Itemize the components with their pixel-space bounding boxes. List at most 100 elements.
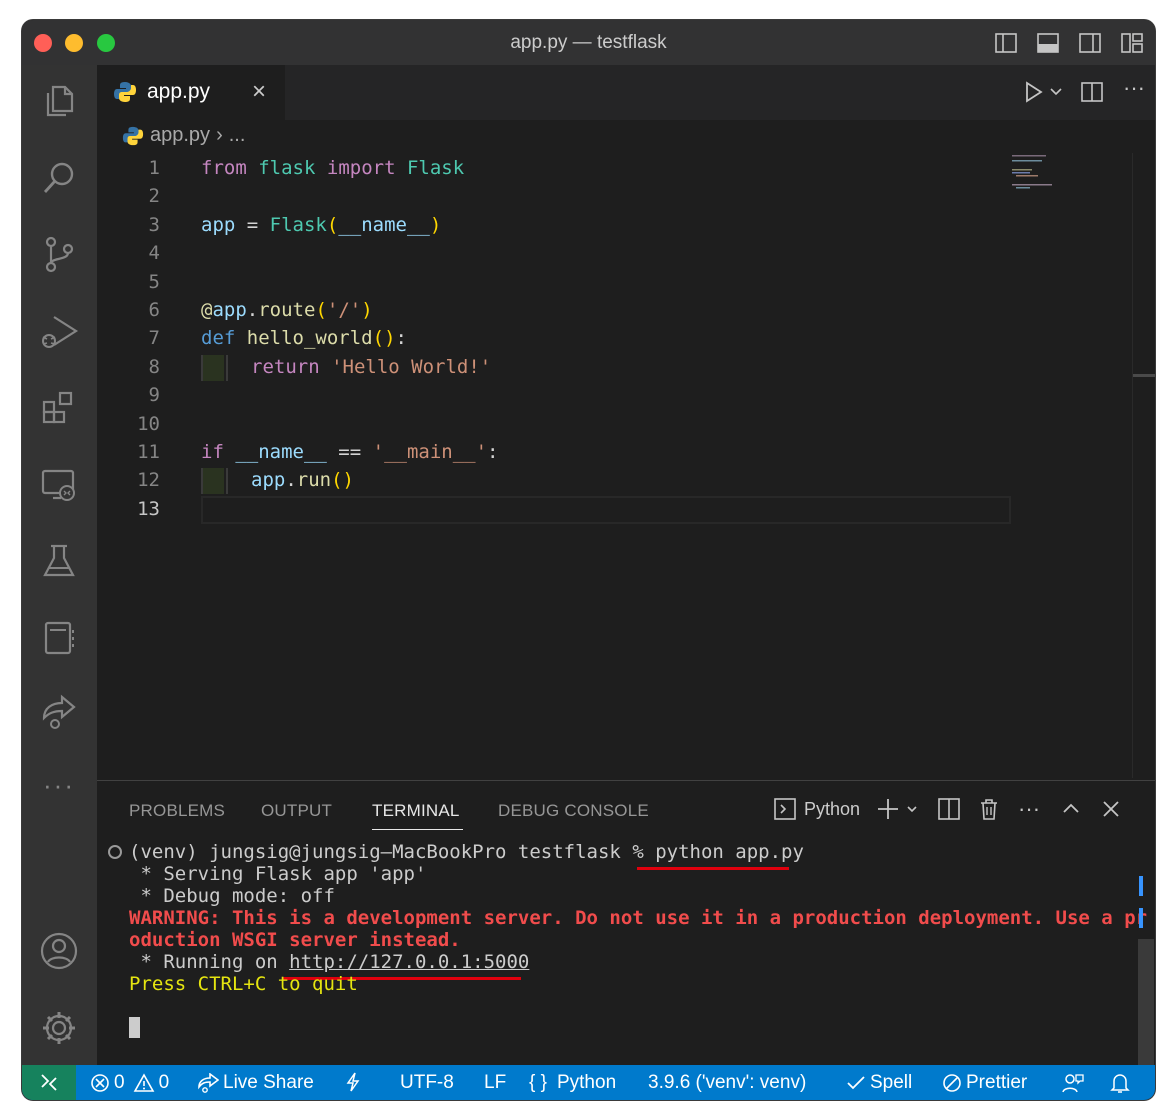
warning-count: 0 <box>158 1072 170 1093</box>
tab-debug-console[interactable]: DEBUG CONSOLE <box>498 801 649 821</box>
bracket: ( <box>315 299 327 321</box>
layout-controls <box>993 30 1145 56</box>
more-actions-icon[interactable]: ··· <box>1113 77 1155 107</box>
tab-label: app.py <box>147 80 211 103</box>
more-actions-icon[interactable]: ··· <box>1018 798 1040 820</box>
language-label: Python <box>556 1072 617 1093</box>
remote-icon <box>41 1074 57 1091</box>
activity-bar: ··· 1 <box>22 65 97 1095</box>
run-python-file-icon[interactable] <box>1021 77 1071 107</box>
notifications-bell-icon[interactable] <box>1110 1072 1130 1094</box>
code-line: def hello_world(): <box>201 324 407 352</box>
remote-indicator[interactable] <box>22 1065 76 1100</box>
breadcrumb-file[interactable]: app.py <box>150 124 210 147</box>
notebook-icon[interactable] <box>36 615 82 661</box>
function-name: hello_world <box>246 327 373 349</box>
prohibited-icon <box>943 1074 961 1092</box>
manage-gear-icon[interactable] <box>36 1005 82 1051</box>
line-number: 7 <box>148 327 160 349</box>
line-number: 1 <box>148 157 160 179</box>
operator: == <box>326 441 373 463</box>
terminal-scrollbar[interactable] <box>1138 939 1154 1066</box>
split-editor-icon[interactable] <box>1071 77 1113 107</box>
toggle-panel-icon[interactable] <box>1035 30 1061 56</box>
maximize-panel-icon[interactable] <box>1062 800 1080 818</box>
breadcrumb-separator: › <box>216 124 223 146</box>
keyword: from <box>201 157 247 179</box>
code-line: from flask import Flask <box>201 154 464 182</box>
eol-status[interactable]: LF <box>484 1072 506 1094</box>
indent-guide <box>201 467 224 494</box>
terminal-icon <box>774 798 796 820</box>
encoding-status[interactable]: UTF-8 <box>400 1072 454 1094</box>
tab-output[interactable]: OUTPUT <box>261 801 332 821</box>
language-mode-status[interactable]: { } Python <box>529 1072 616 1094</box>
line-number: 4 <box>148 242 160 264</box>
code-line: app = Flask(__name__) <box>201 211 441 239</box>
search-icon[interactable] <box>36 155 82 201</box>
python-file-icon <box>113 80 137 104</box>
line-number: 5 <box>148 271 160 293</box>
trash-icon[interactable] <box>978 798 1000 820</box>
python-file-icon <box>122 125 144 147</box>
code-editor[interactable]: 1 2 3 4 5 6 7 8 9 10 11 12 13 from flask… <box>97 153 1155 793</box>
live-share-icon <box>198 1073 219 1093</box>
braces-icon: { } <box>529 1072 547 1093</box>
spell-status[interactable]: Spell <box>846 1072 912 1094</box>
terminal-line: * Serving Flask app 'app' <box>129 863 427 885</box>
decorator: @ <box>201 299 213 321</box>
toggle-primary-sidebar-icon[interactable] <box>993 30 1019 56</box>
server-url-link[interactable]: http://127.0.0.1:5000 <box>289 951 529 973</box>
remote-explorer-icon[interactable] <box>36 462 82 508</box>
string: '/' <box>326 299 362 321</box>
operator: . <box>246 299 259 321</box>
breadcrumb-symbol[interactable]: ... <box>229 124 246 147</box>
toggle-secondary-sidebar-icon[interactable] <box>1077 30 1103 56</box>
tab-terminal[interactable]: TERMINAL <box>372 801 460 821</box>
function-name: route <box>258 299 316 321</box>
string: '__main__' <box>372 441 488 463</box>
python-interpreter-status[interactable]: 3.9.6 ('venv': venv) <box>648 1072 806 1094</box>
close-panel-icon[interactable] <box>1102 800 1120 818</box>
run-debug-icon[interactable] <box>36 308 82 354</box>
code-line: return 'Hello World!' <box>201 353 491 381</box>
live-share-status[interactable]: Live Share <box>197 1072 314 1094</box>
new-terminal-icon[interactable] <box>876 797 920 821</box>
code-line: if __name__ == '__main__': <box>201 438 498 466</box>
terminal-shell-selector[interactable]: Python <box>774 798 860 820</box>
check-icon <box>847 1076 865 1090</box>
operator: : <box>487 441 499 463</box>
code-line: app.run() <box>201 466 354 494</box>
live-share-label: Live Share <box>223 1072 314 1093</box>
tab-problems[interactable]: PROBLEMS <box>129 801 225 821</box>
variable: app <box>212 299 247 321</box>
current-line-highlight <box>201 496 1011 524</box>
line-number: 10 <box>137 413 160 435</box>
explorer-icon[interactable] <box>36 78 82 124</box>
variable: __name__ <box>235 441 327 463</box>
editor-actions: ··· <box>1021 77 1155 107</box>
prettier-status[interactable]: Prettier <box>942 1072 1027 1094</box>
spell-label: Spell <box>870 1072 913 1093</box>
more-icon[interactable]: ··· <box>36 762 82 808</box>
live-share-icon[interactable] <box>36 689 82 735</box>
accounts-icon[interactable] <box>36 928 82 974</box>
customize-layout-icon[interactable] <box>1119 30 1145 56</box>
keyword: if <box>201 441 224 463</box>
extensions-icon[interactable] <box>36 385 82 431</box>
close-tab-icon[interactable]: × <box>252 78 266 106</box>
breadcrumb: app.py › ... <box>122 124 245 147</box>
minimap[interactable] <box>1010 153 1062 193</box>
flash-icon[interactable] <box>344 1072 362 1092</box>
feedback-icon[interactable] <box>1062 1072 1084 1094</box>
command-decoration-icon[interactable] <box>108 845 122 859</box>
terminal-running-line: * Running on http://127.0.0.1:5000 <box>129 951 529 973</box>
split-terminal-icon[interactable] <box>938 798 960 820</box>
indent-guide <box>201 354 224 381</box>
tab-app-py[interactable]: app.py × <box>97 65 285 120</box>
source-control-icon[interactable] <box>36 231 82 277</box>
command-underline <box>637 867 789 870</box>
testing-icon[interactable] <box>36 538 82 584</box>
problems-status[interactable]: 0 0 <box>90 1072 169 1094</box>
bracket: ) <box>361 299 373 321</box>
